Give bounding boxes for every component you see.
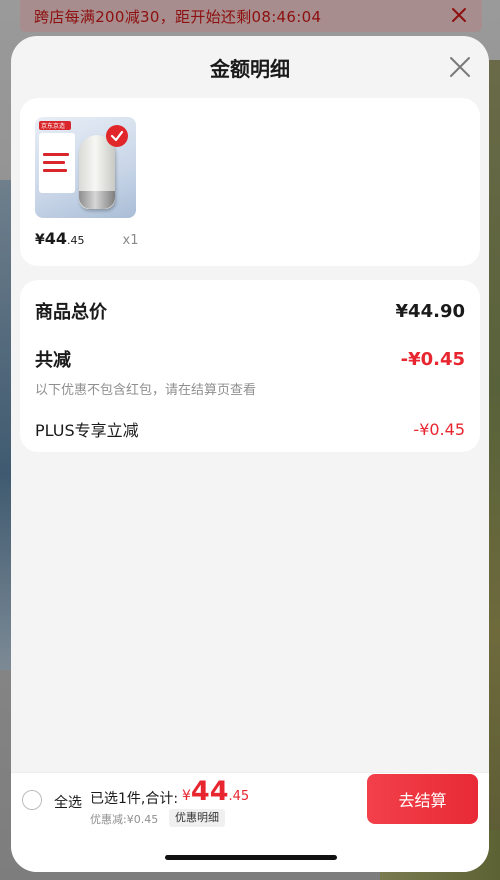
checkout-divider <box>11 772 489 773</box>
plus-discount-value: -¥0.45 <box>413 419 465 439</box>
promo-banner-text: 跨店每满200减30，距开始还剩08:46:04 <box>34 7 322 26</box>
thumbnail-line <box>43 153 69 156</box>
plus-discount-label: PLUS专享立减 <box>35 421 139 440</box>
total-currency: ¥ <box>182 788 191 804</box>
plus-discount-row: PLUS专享立减 -¥0.45 <box>35 417 465 441</box>
product-thumbnail[interactable]: 京东京造 <box>35 117 136 218</box>
thumbnail-device-base <box>79 191 115 209</box>
select-all-radio[interactable] <box>22 790 42 810</box>
promo-banner: 跨店每满200减30，距开始还剩08:46:04 <box>20 0 482 32</box>
amount-detail-sheet: 金额明细 京东京造 ¥ 44 .45 x1 商品总价 ¥44.90 共减 -¥0… <box>11 36 489 872</box>
thumbnail-line <box>43 169 67 172</box>
total-price-value: ¥44.90 <box>395 300 465 322</box>
checkout-bar: 全选 已选1件,合计: ¥ 44 .45 优惠减:¥0.45 优惠明细 去结算 <box>11 772 489 872</box>
select-all-label[interactable]: 全选 <box>54 792 82 812</box>
thumbnail-label-card <box>39 133 75 193</box>
product-quantity: x1 <box>122 233 139 248</box>
checkout-discount-text: 优惠减:¥0.45 <box>90 813 159 826</box>
total-price-label: 商品总价 <box>35 302 107 323</box>
price-currency: ¥ <box>35 232 45 248</box>
summary-card: 商品总价 ¥44.90 共减 -¥0.45 以下优惠不包含红包，请在结算页查看 … <box>20 280 480 452</box>
discount-label: 共减 <box>35 350 71 371</box>
selected-count-text: 已选1件,合计: <box>90 791 179 807</box>
discount-row: 共减 -¥0.45 <box>35 346 465 372</box>
checkout-button[interactable]: 去结算 <box>367 774 478 824</box>
thumbnail-line <box>43 161 65 164</box>
product-card: 京东京造 ¥ 44 .45 x1 <box>20 98 480 266</box>
home-indicator <box>165 855 337 860</box>
sheet-title: 金额明细 <box>210 56 290 81</box>
checkmark-icon <box>106 125 128 147</box>
discount-note: 以下优惠不包含红包，请在结算页查看 <box>35 383 257 398</box>
total-price-row: 商品总价 ¥44.90 <box>35 298 465 324</box>
close-icon[interactable] <box>450 6 468 24</box>
sheet-header: 金额明细 <box>11 36 489 98</box>
discount-detail-button[interactable]: 优惠明细 <box>169 809 225 827</box>
price-decimal: .45 <box>67 234 85 247</box>
product-price-row: ¥ 44 .45 x1 <box>35 229 465 248</box>
checkout-total-price: ¥ 44 .45 <box>182 776 249 807</box>
price-integer: 44 <box>44 229 68 248</box>
total-integer: 44 <box>190 776 229 807</box>
thumbnail-brand-tag-text: 京东京造 <box>41 123 66 130</box>
discount-value: -¥0.45 <box>400 348 465 370</box>
close-icon[interactable] <box>449 56 471 78</box>
total-decimal: .45 <box>228 789 250 804</box>
